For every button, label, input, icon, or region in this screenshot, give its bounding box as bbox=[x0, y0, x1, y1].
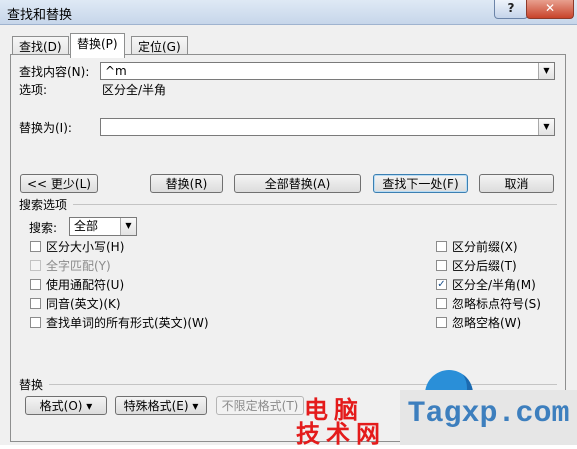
options-label: 选项: bbox=[19, 83, 48, 97]
width-checkbox[interactable]: ✓ bbox=[436, 279, 447, 290]
ignore-punct-label: 忽略标点符号(S) bbox=[452, 297, 541, 311]
chevron-down-icon[interactable]: ▼ bbox=[120, 218, 136, 235]
word-forms-label: 查找单词的所有形式(英文)(W) bbox=[46, 316, 209, 330]
sounds-like-checkbox[interactable] bbox=[30, 298, 41, 309]
search-options-header: 搜索选项 bbox=[19, 198, 68, 212]
match-prefix-label: 区分前缀(X) bbox=[452, 240, 518, 254]
wildcards-label: 使用通配符(U) bbox=[46, 278, 125, 292]
replace-input[interactable]: ▼ bbox=[100, 118, 555, 136]
no-formatting-button[interactable]: 不限定格式(T) bbox=[216, 396, 304, 415]
match-case-label: 区分大小写(H) bbox=[46, 240, 125, 254]
help-button[interactable]: ? bbox=[494, 0, 528, 19]
options-value: 区分全/半角 bbox=[102, 83, 167, 97]
format-button[interactable]: 格式(O) ▾ bbox=[25, 396, 107, 415]
ignore-space-checkbox[interactable] bbox=[436, 317, 447, 328]
divider bbox=[49, 384, 557, 385]
window-title: 查找和替换 bbox=[7, 8, 73, 23]
ignore-space-label: 忽略空格(W) bbox=[452, 316, 522, 330]
match-prefix-checkbox[interactable] bbox=[436, 241, 447, 252]
search-direction-value: 全部 bbox=[74, 219, 99, 233]
close-button[interactable]: ✕ bbox=[526, 0, 574, 19]
cancel-button[interactable]: 取消 bbox=[479, 174, 554, 193]
watermark-line2: 技术网 bbox=[296, 420, 386, 448]
find-label: 查找内容(N): bbox=[19, 65, 90, 79]
match-suffix-label: 区分后缀(T) bbox=[452, 259, 517, 273]
ignore-punct-checkbox[interactable] bbox=[436, 298, 447, 309]
wildcards-checkbox[interactable] bbox=[30, 279, 41, 290]
search-direction-label: 搜索: bbox=[29, 221, 58, 235]
match-suffix-checkbox[interactable] bbox=[436, 260, 447, 271]
replace-label: 替换为(I): bbox=[19, 121, 72, 135]
find-value: ^m bbox=[105, 64, 127, 78]
special-button[interactable]: 特殊格式(E) ▾ bbox=[115, 396, 207, 415]
word-forms-checkbox[interactable] bbox=[30, 317, 41, 328]
less-button[interactable]: << 更少(L) bbox=[20, 174, 98, 193]
width-label: 区分全/半角(M) bbox=[452, 278, 536, 292]
tab-panel: 查找内容(N): ^m ▼ 选项: 区分全/半角 替换为(I): ▼ << 更少… bbox=[10, 54, 566, 442]
replace-button[interactable]: 替换(R) bbox=[150, 174, 223, 193]
replace-section-header: 替换 bbox=[19, 378, 44, 392]
sounds-like-label: 同音(英文)(K) bbox=[46, 297, 121, 311]
search-direction-select[interactable]: 全部 ▼ bbox=[69, 217, 137, 236]
find-input[interactable]: ^m ▼ bbox=[100, 62, 555, 80]
match-case-checkbox[interactable] bbox=[30, 241, 41, 252]
tab-replace[interactable]: 替换(P) bbox=[70, 33, 125, 58]
chevron-down-icon[interactable]: ▼ bbox=[538, 63, 554, 79]
watermark-site: Tagxp.com bbox=[400, 390, 577, 445]
title-bar: 查找和替换 ? ✕ bbox=[0, 0, 577, 25]
whole-word-label: 全字匹配(Y) bbox=[46, 259, 111, 273]
divider bbox=[73, 204, 557, 205]
replace-all-button[interactable]: 全部替换(A) bbox=[234, 174, 361, 193]
find-next-button[interactable]: 查找下一处(F) bbox=[373, 174, 468, 193]
whole-word-checkbox[interactable] bbox=[30, 260, 41, 271]
chevron-down-icon[interactable]: ▼ bbox=[538, 119, 554, 135]
